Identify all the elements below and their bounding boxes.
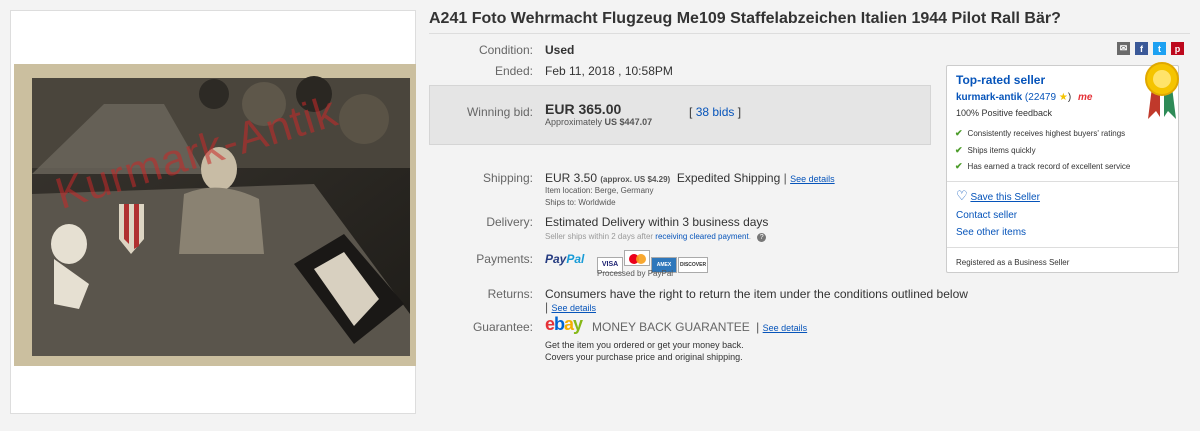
returns-value: Consumers have the right to return the i… <box>545 287 968 301</box>
returns-label: Returns: <box>487 287 533 301</box>
winning-bid-amount: EUR 365.00 <box>545 101 622 117</box>
registered-business-seller: Registered as a Business Seller <box>956 258 1070 267</box>
paypal-logo: PayPal <box>545 252 584 266</box>
check-icon: ✔ <box>955 128 963 138</box>
heart-icon[interactable]: ♡ <box>956 188 968 203</box>
email-icon[interactable]: ✉ <box>1117 42 1130 55</box>
bid-count-open: [ <box>689 105 693 119</box>
help-icon[interactable]: ? <box>757 233 767 242</box>
me-badge-icon[interactable]: me <box>1078 92 1092 103</box>
pipe-separator: | <box>756 320 760 334</box>
discover-icon: DISCOVER <box>678 257 708 273</box>
ebay-letter-y: y <box>573 314 583 334</box>
pinterest-icon[interactable]: p <box>1171 42 1184 55</box>
title-divider <box>429 33 1190 34</box>
ebay-letter-a: a <box>564 314 574 334</box>
see-other-items-link[interactable]: See other items <box>956 227 1026 238</box>
seller-divider <box>947 247 1178 248</box>
contact-seller-link[interactable]: Contact seller <box>956 210 1017 221</box>
guarantee-line1: Get the item you ordered or get your mon… <box>545 340 744 350</box>
cleared-payment-link[interactable]: receiving cleared payment <box>655 232 748 241</box>
guarantee-line2: Covers your purchase price and original … <box>545 352 743 362</box>
mastercard-icon <box>624 250 650 266</box>
seller-info-box: Top-rated seller kurmark-antik (22479 ★)… <box>946 62 1179 273</box>
seller-divider <box>947 181 1178 182</box>
delivery-value: Estimated Delivery within 3 business day… <box>545 215 769 229</box>
shipping-method: Expedited Shipping <box>676 171 781 185</box>
paypal-pal: Pal <box>566 252 585 266</box>
shipping-value: EUR 3.50 (approx. US $4.29) Expedited Sh… <box>545 171 835 185</box>
item-location: Item location: Berge, Germany <box>545 186 654 195</box>
bid-count-close: ] <box>737 105 742 119</box>
top-rated-badge-icon <box>1144 59 1179 119</box>
condition-label: Condition: <box>478 43 533 57</box>
shipping-approx: (approx. US $4.29) <box>600 175 671 184</box>
twitter-icon[interactable]: t <box>1153 42 1166 55</box>
delivery-note-suffix: . <box>748 232 751 241</box>
delivery-note-prefix: Seller ships within 2 days after <box>545 232 654 241</box>
positive-feedback: 100% Positive feedback <box>956 108 1053 118</box>
returns-see-details[interactable]: See details <box>551 303 596 313</box>
top-rated-seller-heading: Top-rated seller <box>956 73 1046 87</box>
ebay-letter-e: e <box>545 314 555 334</box>
feedback-score-link[interactable]: (22479 <box>1025 92 1056 103</box>
feedback-close: ) <box>1067 92 1072 103</box>
shipping-label: Shipping: <box>482 171 533 185</box>
item-photo-panel[interactable]: Kurmark-Antik <box>10 10 416 414</box>
delivery-note: Seller ships within 2 days after receivi… <box>545 232 767 242</box>
shipping-cost: EUR 3.50 <box>545 171 598 185</box>
ended-label: Ended: <box>494 64 533 78</box>
item-photo[interactable]: Kurmark-Antik <box>14 64 416 366</box>
star-icon: ★ <box>1058 92 1068 103</box>
ships-to: Ships to: Worldwide <box>545 198 616 207</box>
approx-amount: Approximately US $447.07 <box>545 117 652 127</box>
bid-history-link[interactable]: 38 bids <box>696 105 735 119</box>
money-back-guarantee: MONEY BACK GUARANTEE | See details <box>592 320 807 334</box>
approx-value: US $447.07 <box>604 117 653 127</box>
shipping-see-details[interactable]: See details <box>790 174 835 184</box>
payments-label: Payments: <box>476 252 533 266</box>
check-icon: ✔ <box>955 161 963 171</box>
guarantee-see-details[interactable]: See details <box>763 323 808 333</box>
bid-count: [ 38 bids ] <box>689 105 741 119</box>
listing-title: A241 Foto Wehrmacht Flugzeug Me109 Staff… <box>429 10 1061 27</box>
facebook-icon[interactable]: f <box>1135 42 1148 55</box>
seller-bullet: ✔ Has earned a track record of excellent … <box>955 161 1131 171</box>
check-icon: ✔ <box>955 145 963 155</box>
condition-value: Used <box>545 43 575 57</box>
processed-by-paypal: Processed by PayPal <box>597 269 674 278</box>
save-seller-link[interactable]: ♡ Save this Seller <box>956 188 1040 203</box>
seller-name-link[interactable]: kurmark-antik <box>956 92 1022 103</box>
ebay-letter-b: b <box>554 314 565 334</box>
pipe-separator: | <box>545 300 549 314</box>
approx-prefix: Approximately <box>545 117 603 127</box>
guarantee-title: MONEY BACK GUARANTEE <box>592 320 750 334</box>
delivery-label: Delivery: <box>486 215 533 229</box>
seller-bullet: ✔ Ships items quickly <box>955 145 1036 155</box>
ended-value: Feb 11, 2018 , 10:58PM <box>545 64 673 78</box>
returns-details: | See details <box>545 300 596 314</box>
ebay-logo: ebay <box>545 314 583 335</box>
seller-identity: kurmark-antik (22479 ★) me <box>956 92 1092 103</box>
paypal-pay: Pay <box>545 252 567 266</box>
pipe-separator: | <box>783 171 787 185</box>
seller-bullet: ✔ Consistently receives highest buyers' r… <box>955 128 1126 138</box>
guarantee-label: Guarantee: <box>472 320 533 334</box>
winning-bid-label: Winning bid: <box>466 105 533 119</box>
